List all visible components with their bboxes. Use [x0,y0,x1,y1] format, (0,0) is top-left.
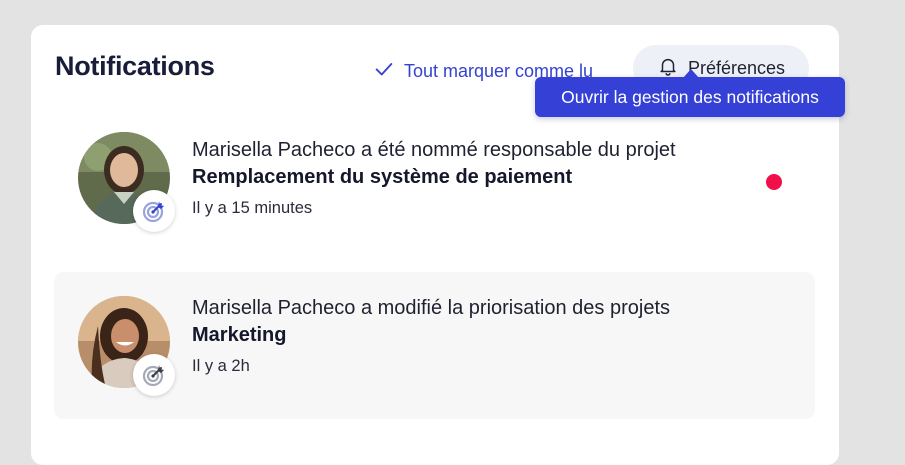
target-icon [133,354,175,396]
notification-time: Il y a 2h [192,357,250,375]
page-title: Notifications [55,51,215,81]
notification-message: Marisella Pacheco a modifié la priorisat… [192,297,671,319]
notification-subject: Remplacement du système de paiement [192,166,573,188]
check-icon [373,58,395,85]
preferences-tooltip: Ouvrir la gestion des notifications [535,69,845,117]
notification-item[interactable]: Marisella Pacheco a été nommé responsabl… [54,117,815,237]
notification-message: Marisella Pacheco a été nommé responsabl… [192,139,676,161]
unread-indicator [766,174,782,190]
notification-subject: Marketing [192,324,287,346]
preferences-label: Préférences [687,57,786,78]
notification-item[interactable]: Marisella Pacheco a modifié la priorisat… [54,272,815,419]
notification-time: Il y a 15 minutes [192,199,313,217]
target-icon [133,190,175,232]
